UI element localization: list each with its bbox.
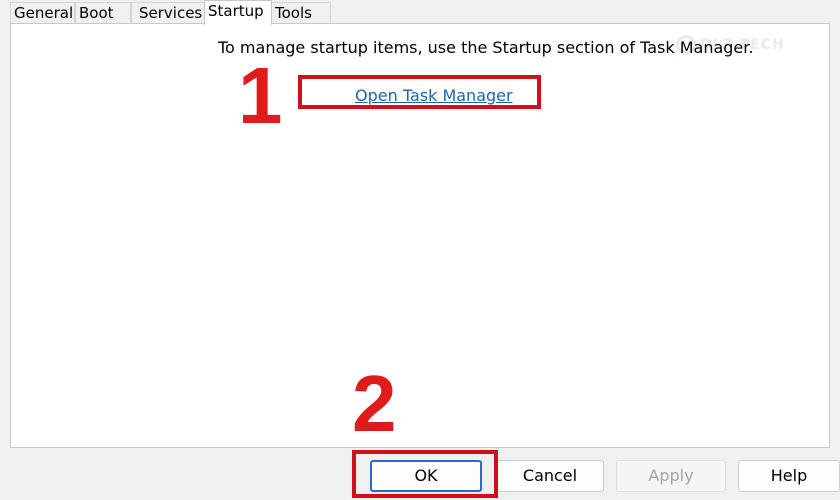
annotation-box-link: [298, 75, 541, 109]
tab-strip: General Boot Services Startup Tools: [10, 0, 840, 25]
annotation-step-1: 1: [238, 51, 283, 140]
tab-tools[interactable]: Tools: [271, 2, 331, 23]
startup-info-text: To manage startup items, use the Startup…: [218, 38, 754, 57]
tab-boot[interactable]: Boot: [75, 2, 131, 23]
tab-services[interactable]: Services: [131, 2, 205, 23]
annotation-box-ok: [352, 450, 498, 498]
tab-startup[interactable]: Startup: [204, 0, 272, 25]
apply-button[interactable]: Apply: [616, 460, 726, 492]
help-button[interactable]: Help: [738, 460, 840, 492]
cancel-button[interactable]: Cancel: [496, 460, 604, 492]
tab-general[interactable]: General: [10, 2, 75, 23]
dialog-frame: [0, 0, 10, 500]
annotation-step-2: 2: [352, 359, 397, 448]
